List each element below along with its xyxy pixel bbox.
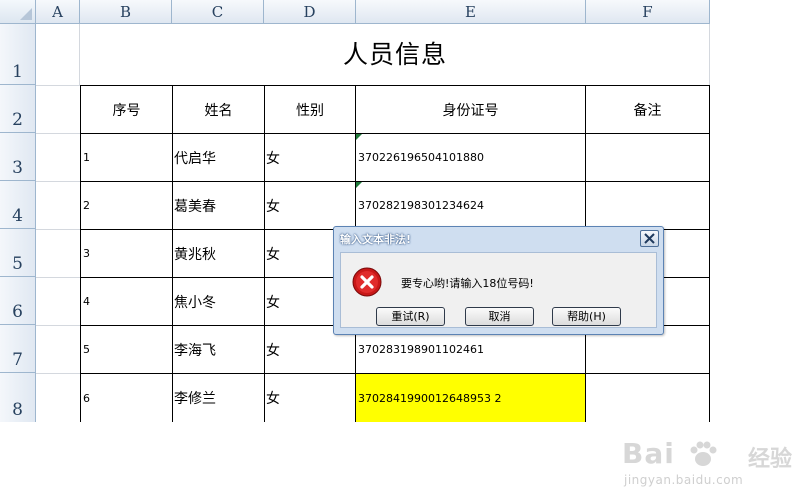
error-icon bbox=[352, 267, 382, 297]
row-number: 7 bbox=[12, 350, 23, 370]
watermark-brand: Bai bbox=[622, 437, 675, 470]
cell-name[interactable]: 代启华 bbox=[174, 134, 263, 181]
retry-button[interactable]: 重试(R) bbox=[376, 307, 445, 326]
cell-gender[interactable]: 女 bbox=[266, 182, 354, 229]
cell-note[interactable] bbox=[586, 374, 709, 422]
close-icon bbox=[644, 233, 655, 244]
row-number: 3 bbox=[12, 158, 23, 178]
table-border bbox=[172, 85, 173, 422]
cell-seq[interactable]: 2 bbox=[83, 182, 171, 229]
table-border bbox=[264, 85, 265, 422]
cell-name[interactable]: 焦小冬 bbox=[174, 278, 263, 325]
column-header-d[interactable]: D bbox=[264, 0, 356, 24]
cell-gender[interactable]: 女 bbox=[266, 374, 354, 422]
cell-seq[interactable]: 3 bbox=[83, 230, 171, 277]
help-button[interactable]: 帮助(H) bbox=[552, 307, 621, 326]
row-header-7[interactable]: 7 bbox=[0, 325, 36, 373]
header-seq[interactable]: 序号 bbox=[81, 86, 172, 133]
column-header-f[interactable]: F bbox=[586, 0, 710, 24]
row-number: 4 bbox=[12, 206, 23, 226]
gridline bbox=[36, 181, 80, 182]
select-all-corner[interactable] bbox=[0, 0, 36, 24]
cell-name[interactable]: 李修兰 bbox=[174, 374, 263, 422]
cell-id[interactable]: 3702841990012648953 2 bbox=[358, 374, 584, 422]
cell-seq[interactable]: 4 bbox=[83, 278, 171, 325]
header-id[interactable]: 身份证号 bbox=[356, 86, 585, 133]
row-header-2[interactable]: 2 bbox=[0, 85, 36, 133]
row-number: 8 bbox=[12, 400, 23, 420]
header-note[interactable]: 备注 bbox=[586, 86, 709, 133]
text-number-indicator-icon bbox=[356, 134, 362, 140]
cell-note[interactable] bbox=[586, 134, 709, 181]
row-header-8[interactable]: 8 bbox=[0, 373, 36, 422]
cancel-button[interactable]: 取消 bbox=[465, 307, 534, 326]
row-header-1[interactable]: 1 bbox=[0, 24, 36, 85]
dialog-message: 要专心哟!请输入18位号码! bbox=[401, 277, 534, 290]
table-border bbox=[709, 85, 710, 422]
cell-name[interactable]: 李海飞 bbox=[174, 326, 263, 373]
row-header-3[interactable]: 3 bbox=[0, 133, 36, 181]
cell-seq[interactable]: 5 bbox=[83, 326, 171, 373]
gridline bbox=[36, 229, 80, 230]
row-number: 2 bbox=[12, 110, 23, 130]
row-number: 6 bbox=[12, 302, 23, 322]
header-gender[interactable]: 性别 bbox=[265, 86, 355, 133]
paw-icon bbox=[690, 441, 717, 466]
text-number-indicator-icon bbox=[356, 182, 362, 188]
column-header-b[interactable]: B bbox=[80, 0, 172, 24]
cell-name[interactable]: 黄兆秋 bbox=[174, 230, 263, 277]
table-border bbox=[80, 85, 81, 422]
row-number: 1 bbox=[12, 62, 23, 82]
cell-id[interactable]: 370282198301234624 bbox=[358, 182, 584, 229]
cell-seq[interactable]: 1 bbox=[83, 134, 171, 181]
watermark-url: jingyan.baidu.com bbox=[624, 473, 744, 487]
row-header-6[interactable]: 6 bbox=[0, 277, 36, 325]
row-header-5[interactable]: 5 bbox=[0, 229, 36, 277]
dialog-title: 输入文本非法! bbox=[340, 233, 412, 246]
cell-gender[interactable]: 女 bbox=[266, 134, 354, 181]
gridline bbox=[36, 277, 80, 278]
gridline bbox=[36, 133, 80, 134]
row-number: 5 bbox=[12, 254, 23, 274]
gridline bbox=[36, 85, 80, 86]
close-button[interactable] bbox=[640, 230, 659, 247]
gridline bbox=[36, 373, 80, 374]
watermark-jingyan: 经验 bbox=[748, 447, 793, 472]
spreadsheet: A B C D E F 1 2 3 4 5 6 7 8 人员信息 序号 姓名 性… bbox=[0, 0, 710, 422]
cell-seq[interactable]: 6 bbox=[83, 374, 171, 422]
header-name[interactable]: 姓名 bbox=[173, 86, 264, 133]
baidu-jingyan-watermark: Bai 经验 jingyan.baidu.com bbox=[622, 437, 792, 495]
column-header-c[interactable]: C bbox=[172, 0, 264, 24]
cell-name[interactable]: 葛美春 bbox=[174, 182, 263, 229]
validation-error-dialog: 输入文本非法! 要专心哟!请输入18位号码! 重试(R) 取消 帮助(H) bbox=[333, 226, 664, 335]
dialog-body: 要专心哟!请输入18位号码! 重试(R) 取消 帮助(H) bbox=[340, 252, 657, 328]
cell-note[interactable] bbox=[586, 182, 709, 229]
sheet-title[interactable]: 人员信息 bbox=[80, 24, 710, 85]
row-header-4[interactable]: 4 bbox=[0, 181, 36, 229]
column-header-a[interactable]: A bbox=[36, 0, 80, 24]
cell-id[interactable]: 370226196504101880 bbox=[358, 134, 584, 181]
select-all-triangle-icon bbox=[20, 8, 32, 20]
gridline bbox=[36, 325, 80, 326]
column-header-e[interactable]: E bbox=[356, 0, 586, 24]
